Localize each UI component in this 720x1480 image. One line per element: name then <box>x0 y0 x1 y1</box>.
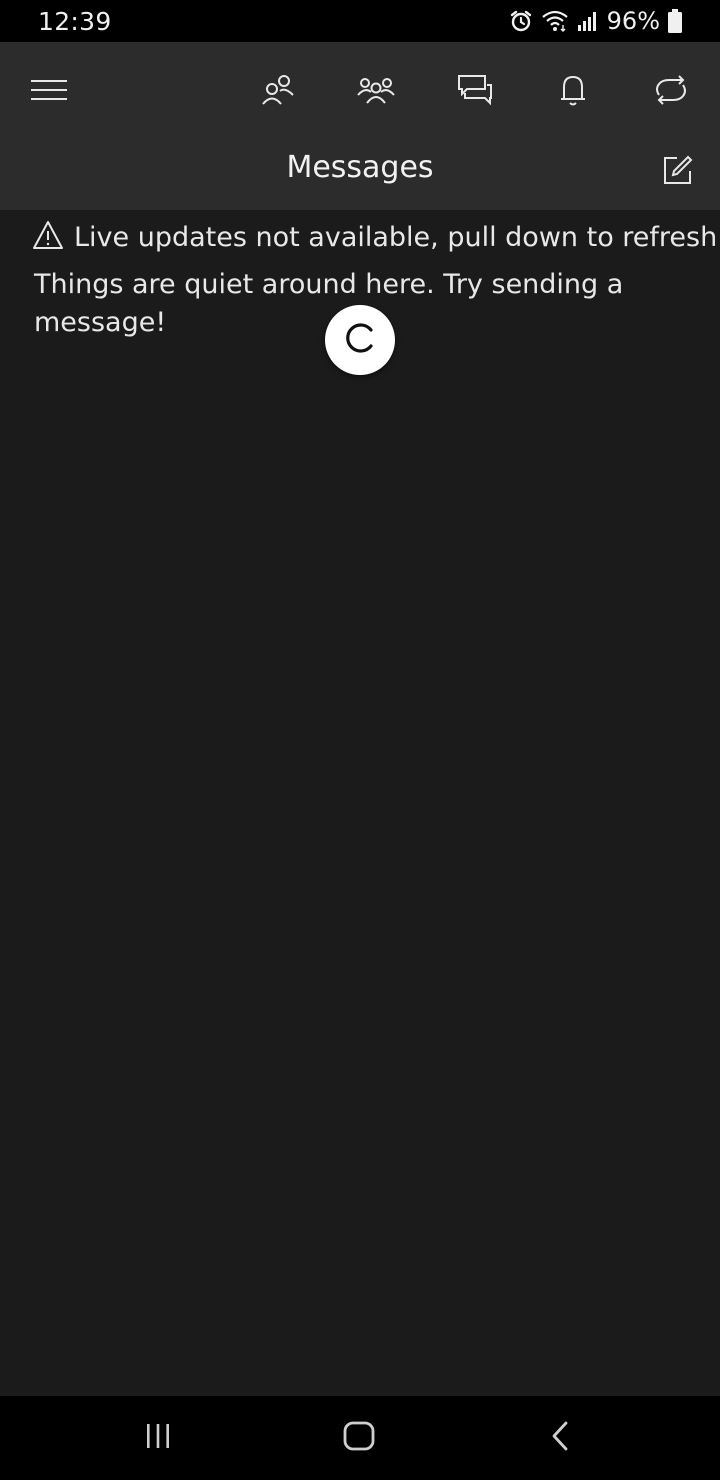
battery-percentage: 96% <box>606 7 660 35</box>
page-title: Messages <box>286 150 434 185</box>
warning-icon <box>32 220 64 254</box>
compose-button[interactable] <box>654 148 702 196</box>
notifications-icon <box>559 73 587 111</box>
spinner-icon <box>343 321 377 359</box>
wifi-icon <box>541 9 569 33</box>
warning-text: Live updates not available, pull down to… <box>74 221 718 253</box>
loading-spinner <box>325 305 395 375</box>
recents-button[interactable] <box>128 1414 188 1462</box>
menu-icon <box>31 79 67 105</box>
signal-icon <box>577 10 599 32</box>
friends-button[interactable] <box>252 66 304 118</box>
status-indicators: 96% <box>509 7 682 35</box>
messages-content[interactable]: Live updates not available, pull down to… <box>0 210 720 1396</box>
status-bar: 12:39 96% <box>0 0 720 42</box>
back-button[interactable] <box>530 1414 590 1462</box>
friends-icon <box>261 73 295 111</box>
back-icon <box>550 1421 570 1455</box>
compose-icon <box>663 155 693 189</box>
party-icon <box>357 75 395 109</box>
system-nav-bar <box>0 1396 720 1480</box>
recents-icon <box>144 1423 172 1453</box>
notifications-button[interactable] <box>547 66 599 118</box>
status-time: 12:39 <box>38 6 112 36</box>
refresh-icon <box>653 75 689 109</box>
app-header: Messages <box>0 42 720 210</box>
battery-icon <box>668 9 682 33</box>
party-button[interactable] <box>350 66 402 118</box>
toolbar <box>0 42 720 140</box>
title-row: Messages <box>0 140 720 210</box>
refresh-button[interactable] <box>645 66 697 118</box>
home-button[interactable] <box>329 1414 389 1462</box>
live-updates-warning: Live updates not available, pull down to… <box>32 220 717 254</box>
home-icon <box>343 1421 375 1455</box>
menu-button[interactable] <box>23 66 75 118</box>
chat-icon <box>457 74 493 110</box>
alarm-icon <box>509 9 533 33</box>
chat-button[interactable] <box>449 66 501 118</box>
